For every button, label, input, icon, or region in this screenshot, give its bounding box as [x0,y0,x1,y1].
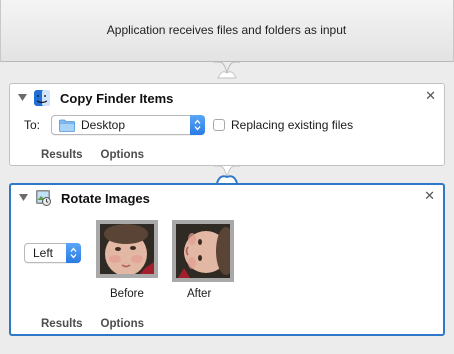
destination-value: Desktop [81,118,126,132]
action-footer-tabs: Results Options [41,149,144,161]
results-tab[interactable]: Results [41,149,83,161]
action-title-bar: Copy Finder Items [10,84,444,112]
before-photo [100,224,154,274]
action-footer-tabs: Results Options [41,318,144,330]
action-copy-finder-items[interactable]: Copy Finder Items ✕ To: Desktop Replacin… [9,83,445,166]
options-tab[interactable]: Options [101,149,144,161]
input-banner-text: Application receives files and folders a… [106,22,347,37]
preview-icon [36,190,51,206]
close-action-icon[interactable]: ✕ [425,89,436,102]
finder-icon [34,90,50,106]
disclosure-triangle-icon[interactable] [17,93,27,103]
to-label: To: [24,118,41,132]
after-caption: After [187,288,212,300]
after-photo [176,224,230,278]
before-caption: Before [110,288,144,300]
destination-popup[interactable]: Desktop [51,115,205,135]
disclosure-triangle-icon[interactable] [18,193,28,203]
options-tab[interactable]: Options [101,318,144,330]
connector-notch [214,61,240,79]
before-image-thumbnail [96,220,158,278]
after-image-thumbnail [172,220,234,282]
replacing-existing-checkbox[interactable] [213,119,225,131]
folder-icon [59,119,75,132]
close-action-icon[interactable]: ✕ [424,189,435,202]
workflow-input-banner: Application receives files and folders a… [0,0,454,62]
rotate-direction-popup[interactable]: Left [24,243,81,263]
results-tab[interactable]: Results [41,318,83,330]
action-title-bar: Rotate Images [11,184,443,212]
connector-notch [214,165,240,183]
action-name: Rotate Images [61,190,150,206]
popup-stepper-icon [190,115,205,135]
rotate-direction-value: Left [33,246,54,260]
action-name: Copy Finder Items [60,90,174,106]
action-rotate-images[interactable]: Rotate Images ✕ Left Before After Result… [9,183,445,336]
replacing-existing-label: Replacing existing files [231,118,354,132]
popup-stepper-icon [66,243,81,263]
